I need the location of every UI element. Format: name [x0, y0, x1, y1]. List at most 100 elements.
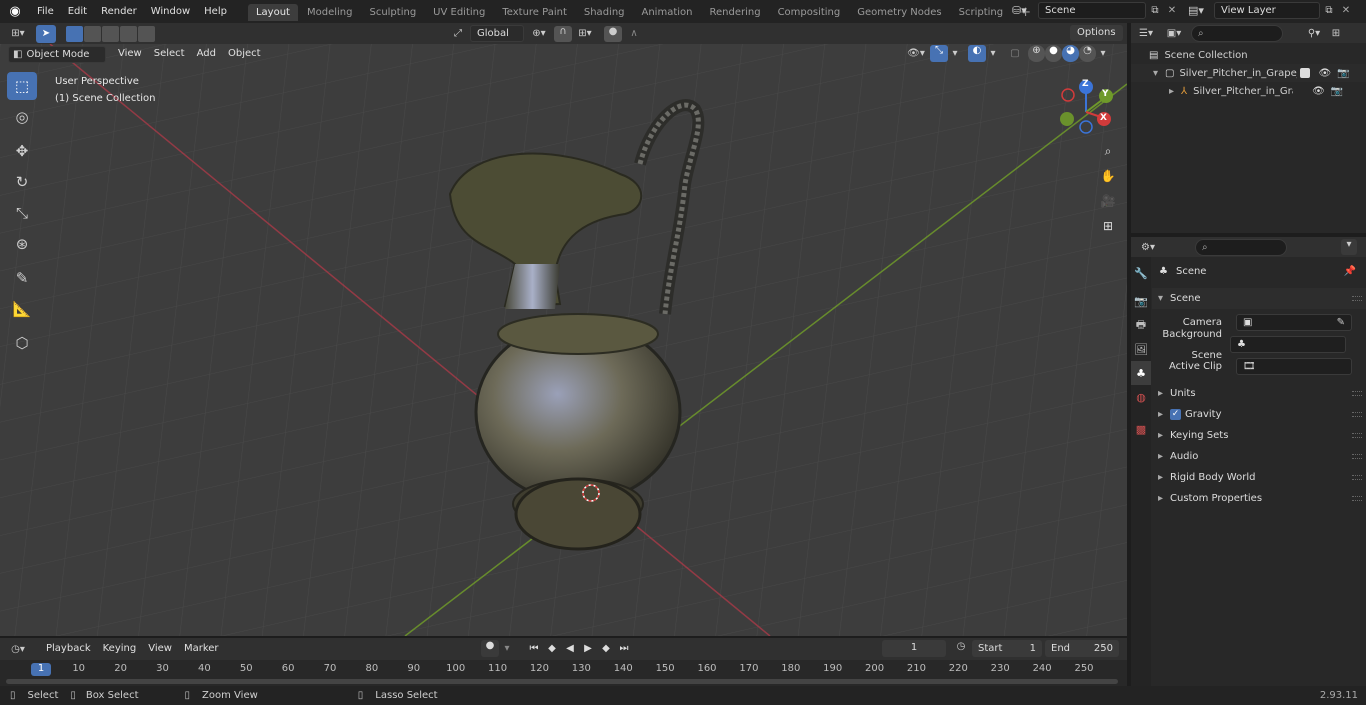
visibility-eye-icon[interactable]: 👁: [1312, 86, 1325, 97]
mode-extend-icon[interactable]: [84, 25, 101, 42]
tab-modeling[interactable]: Modeling: [299, 4, 361, 21]
visibility-icon[interactable]: 👁▾: [902, 48, 930, 59]
gravity-checkbox[interactable]: ✓: [1170, 409, 1181, 420]
expand-arrow-icon[interactable]: ▸: [1169, 86, 1181, 97]
view-layer-icon[interactable]: ▤▾: [1188, 4, 1214, 17]
texture-tab-icon[interactable]: ▩: [1131, 417, 1151, 441]
play-icon[interactable]: ▶: [579, 643, 597, 654]
menu-view[interactable]: View: [112, 45, 148, 63]
new-scene-icon[interactable]: ⧉: [1146, 5, 1164, 16]
expand-arrow-icon[interactable]: ▾: [1153, 68, 1165, 79]
mode-intersect-icon[interactable]: [138, 25, 155, 42]
pivot-icon[interactable]: ⊕▾: [524, 28, 554, 39]
next-keyframe-icon[interactable]: ◆: [597, 643, 615, 654]
outliner-row-object[interactable]: ▸ ⅄ Silver_Pitcher_in_Grape_F 👁 📷: [1131, 82, 1366, 100]
properties-editor-icon[interactable]: ⚙▾: [1131, 242, 1165, 253]
menu-file[interactable]: File: [30, 0, 61, 23]
new-view-layer-icon[interactable]: ⧉: [1320, 5, 1338, 16]
options-button[interactable]: Options: [1070, 25, 1123, 41]
mode-new-icon[interactable]: [66, 25, 83, 42]
shading-wireframe-icon[interactable]: ⊕: [1028, 45, 1045, 62]
outliner-root[interactable]: ▤ Scene Collection: [1131, 46, 1366, 64]
tab-geometry-nodes[interactable]: Geometry Nodes: [849, 4, 949, 21]
play-reverse-icon[interactable]: ◀: [561, 643, 579, 654]
menu-playback[interactable]: Playback: [40, 640, 97, 658]
annotate-tool-icon[interactable]: ✎: [7, 264, 37, 292]
add-cube-tool-icon[interactable]: ⬡: [7, 329, 37, 357]
gizmo-toggle-icon[interactable]: ⤡: [930, 45, 948, 62]
eyedropper-icon[interactable]: ✎: [1337, 315, 1345, 330]
scene-selector[interactable]: Scene: [1038, 2, 1146, 19]
shading-options-icon[interactable]: ▾: [1096, 48, 1110, 59]
scene-section-header[interactable]: ▾ Scene: [1152, 288, 1366, 309]
menu-object[interactable]: Object: [222, 45, 267, 63]
orientation-dropdown[interactable]: Global: [470, 25, 524, 42]
properties-options-icon[interactable]: ▾: [1341, 239, 1357, 255]
prev-keyframe-icon[interactable]: ◆: [543, 643, 561, 654]
pin-icon[interactable]: 📌: [1344, 261, 1356, 282]
record-icon[interactable]: ●: [481, 640, 499, 657]
delete-view-layer-icon[interactable]: ✕: [1338, 5, 1354, 16]
custom-properties-panel-header[interactable]: ▸ Custom Properties: [1152, 488, 1366, 509]
outliner-row-collection[interactable]: ▾ ▢ Silver_Pitcher_in_Grape_Patte 👁 📷: [1131, 64, 1366, 82]
transform-tool-icon[interactable]: ⊛: [7, 230, 37, 258]
delete-scene-icon[interactable]: ✕: [1164, 5, 1180, 16]
outliner-editor-icon[interactable]: ☰▾: [1131, 28, 1161, 39]
drag-grip-icon[interactable]: [1352, 391, 1362, 396]
background-scene-field[interactable]: ♣: [1230, 336, 1346, 353]
3d-viewport[interactable]: User Perspective (1) Scene Collection Z …: [0, 44, 1127, 636]
jump-start-icon[interactable]: ⏮: [525, 643, 543, 654]
shading-rendered-icon[interactable]: ◔: [1079, 45, 1096, 62]
view-layer-selector[interactable]: View Layer: [1214, 2, 1320, 19]
keying-sets-panel-header[interactable]: ▸ Keying Sets: [1152, 425, 1366, 446]
preview-range-icon[interactable]: ◷: [953, 641, 969, 652]
xray-icon[interactable]: ▢: [1006, 48, 1024, 59]
record-options-icon[interactable]: ▾: [499, 643, 515, 654]
ortho-grid-icon[interactable]: ⊞: [1097, 215, 1119, 237]
gizmo-options-icon[interactable]: ▾: [948, 48, 962, 59]
tab-rendering[interactable]: Rendering: [701, 4, 768, 21]
measure-tool-icon[interactable]: 📐: [7, 295, 37, 323]
mode-subtract-icon[interactable]: [102, 25, 119, 42]
drag-grip-icon[interactable]: [1352, 433, 1362, 438]
cursor-tool-icon[interactable]: ◎: [7, 103, 37, 131]
proportional-edit-icon[interactable]: ●: [604, 25, 622, 42]
overlay-options-icon[interactable]: ▾: [986, 48, 1000, 59]
menu-select[interactable]: Select: [148, 45, 191, 63]
menu-marker[interactable]: Marker: [178, 640, 225, 658]
filter-icon[interactable]: ⚲▾: [1301, 28, 1327, 39]
shading-material-icon[interactable]: ◕: [1062, 45, 1079, 62]
start-frame-field[interactable]: Start 1: [972, 640, 1042, 657]
pitcher-model[interactable]: [0, 44, 1127, 636]
timeline-scrollbar[interactable]: [6, 679, 1118, 684]
world-tab-icon[interactable]: ◍: [1131, 385, 1151, 409]
end-frame-field[interactable]: End 250: [1045, 640, 1119, 657]
menu-edit[interactable]: Edit: [61, 0, 94, 23]
camera-field[interactable]: ▣ ✎: [1236, 314, 1352, 331]
tab-animation[interactable]: Animation: [634, 4, 701, 21]
mode-dropdown[interactable]: ◧ Object Mode: [8, 45, 106, 63]
properties-search[interactable]: ⌕: [1195, 238, 1287, 256]
units-panel-header[interactable]: ▸ Units: [1152, 383, 1366, 404]
tab-compositing[interactable]: Compositing: [770, 4, 849, 21]
mode-invert-icon[interactable]: [120, 25, 137, 42]
audio-panel-header[interactable]: ▸ Audio: [1152, 446, 1366, 467]
menu-window[interactable]: Window: [144, 0, 197, 23]
menu-help[interactable]: Help: [197, 0, 234, 23]
zoom-icon[interactable]: ⌕: [1097, 140, 1119, 162]
gravity-panel-header[interactable]: ▸ ✓ Gravity: [1152, 404, 1366, 425]
drag-grip-icon[interactable]: [1352, 496, 1362, 501]
active-clip-field[interactable]: 🎞: [1236, 358, 1352, 375]
tool-tab-icon[interactable]: 🔧: [1131, 261, 1151, 285]
blender-logo-icon[interactable]: ◉: [0, 0, 30, 23]
select-tool-icon[interactable]: ➤: [36, 24, 56, 43]
menu-render[interactable]: Render: [94, 0, 144, 23]
render-tab-icon[interactable]: 📷: [1131, 289, 1151, 313]
menu-timeline-view[interactable]: View: [142, 640, 178, 658]
overlay-toggle-icon[interactable]: ◐: [968, 45, 986, 62]
render-camera-icon[interactable]: 📷: [1331, 86, 1343, 97]
tab-texture-paint[interactable]: Texture Paint: [494, 4, 575, 21]
tab-layout[interactable]: Layout: [247, 4, 298, 21]
tab-uv-editing[interactable]: UV Editing: [425, 4, 493, 21]
camera-view-icon[interactable]: 🎥: [1097, 190, 1119, 212]
